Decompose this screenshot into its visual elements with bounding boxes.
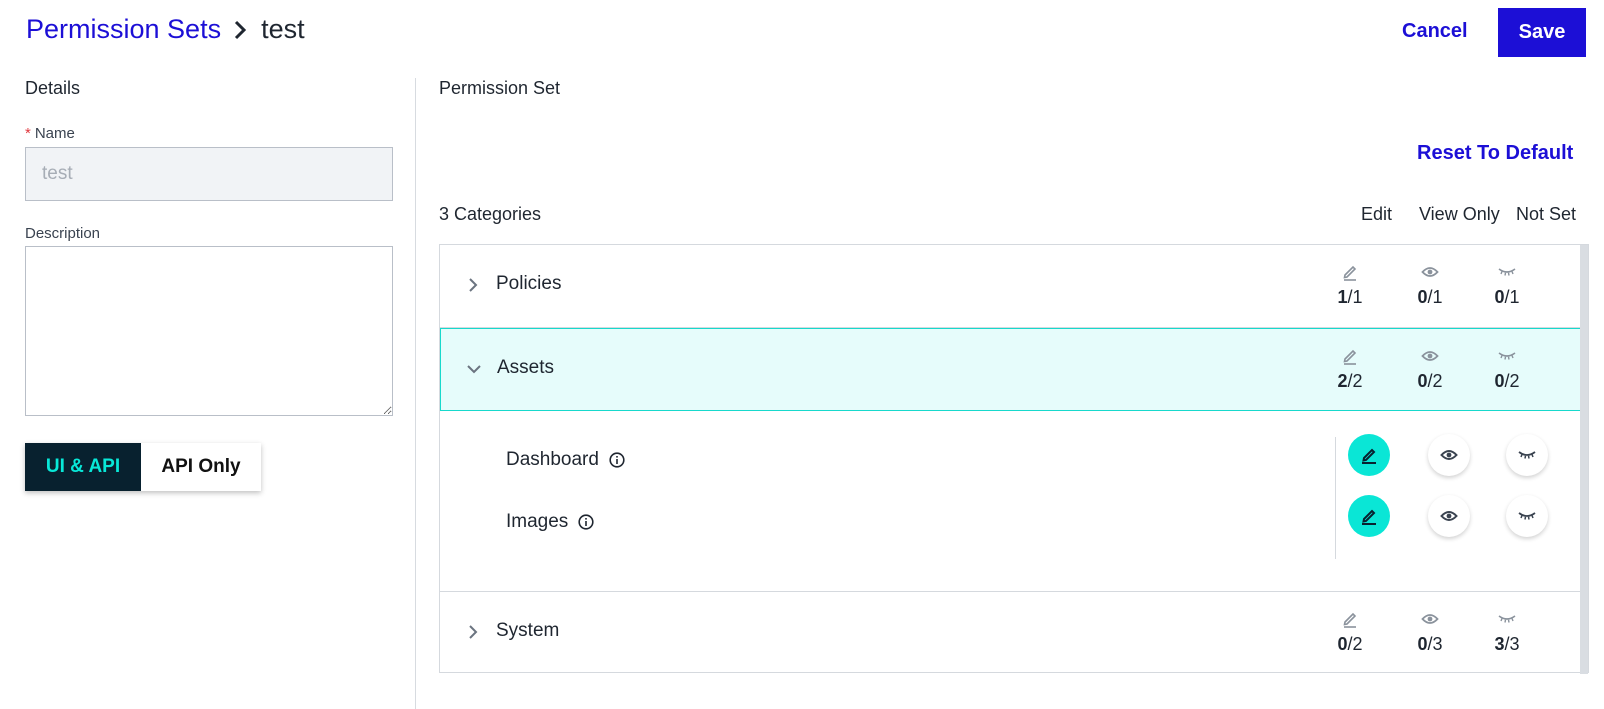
eye-closed-icon [1518, 512, 1536, 520]
pencil-icon [1322, 608, 1378, 630]
categories-count: 3 Categories [439, 204, 542, 224]
info-icon[interactable] [578, 514, 594, 530]
permission-set-title: Permission Set [439, 78, 561, 98]
stat-total: /2 [1504, 371, 1520, 391]
stat-not-set: 0/1 [1479, 245, 1535, 308]
stat-count: 0 [1494, 371, 1505, 391]
cancel-button[interactable]: Cancel [1402, 20, 1468, 43]
edit-permission-button[interactable] [1348, 495, 1390, 537]
pencil-icon [1362, 448, 1376, 464]
save-button[interactable]: Save [1498, 8, 1586, 57]
stat-view: 0/2 [1402, 329, 1458, 392]
chevron-right-icon[interactable] [463, 275, 483, 295]
category-label: Policies [496, 273, 562, 294]
subitem-label-text: Images [506, 511, 569, 532]
stat-not-set: 0/2 [1479, 329, 1535, 392]
breadcrumb-current: test [261, 14, 305, 44]
chevron-right-icon[interactable] [463, 622, 483, 642]
category-label: System [496, 620, 560, 641]
pencil-icon [1362, 509, 1376, 525]
assets-subitems: Dashboard Images [440, 411, 1581, 591]
pencil-icon [1322, 261, 1378, 283]
stat-view: 0/1 [1402, 245, 1458, 308]
stat-total: /2 [1347, 371, 1363, 391]
info-icon[interactable] [609, 452, 625, 468]
stat-edit: 1/1 [1322, 245, 1378, 308]
reset-to-default-link[interactable]: Reset To Default [1417, 142, 1573, 165]
eye-icon [1440, 450, 1458, 460]
required-asterisk: * [25, 125, 31, 142]
subitem-label-text: Dashboard [506, 449, 599, 470]
breadcrumb-permission-sets-link[interactable]: Permission Sets [26, 14, 221, 45]
stat-total: /3 [1504, 634, 1520, 654]
stat-count: 3 [1494, 634, 1505, 654]
subitem-label: Images [506, 511, 594, 533]
stat-view: 0/3 [1402, 592, 1458, 655]
category-label: Assets [497, 357, 555, 378]
details-panel: Details *Name Description UI & API API O… [25, 78, 393, 491]
scrollbar[interactable] [1580, 245, 1588, 674]
chevron-right-icon [233, 20, 247, 40]
name-field[interactable] [25, 147, 393, 201]
subitem-label: Dashboard [506, 449, 625, 471]
category-row-assets[interactable]: Assets 2/2 0/2 0/2 [440, 328, 1581, 411]
not-set-permission-button[interactable] [1506, 434, 1548, 476]
stat-total: /1 [1427, 287, 1443, 307]
breadcrumb: Permission Sets test [26, 14, 305, 45]
stat-total: /2 [1427, 371, 1443, 391]
stat-count: 0 [1337, 634, 1348, 654]
permission-table: Policies 1/1 0/1 0/1 Assets 2/2 0/2 0/2 … [439, 244, 1589, 674]
not-set-permission-button[interactable] [1506, 495, 1548, 537]
panel-divider [415, 78, 416, 709]
permission-set-panel: Permission Set Reset To Default 3 Catego… [439, 78, 1589, 224]
stat-total: /1 [1504, 287, 1520, 307]
eye-icon [1402, 345, 1458, 367]
view-only-permission-button[interactable] [1428, 495, 1470, 537]
stat-count: 2 [1337, 371, 1348, 391]
stat-count: 0 [1417, 371, 1428, 391]
stat-count: 0 [1417, 287, 1428, 307]
name-label: * Name [25, 125, 393, 142]
toggle-api-only[interactable]: API Only [141, 443, 261, 491]
eye-closed-icon [1518, 451, 1536, 459]
category-row-system[interactable]: System 0/2 0/3 3/3 [440, 591, 1581, 674]
stat-total: /1 [1347, 287, 1363, 307]
description-field[interactable] [25, 246, 393, 416]
stat-total: /3 [1427, 634, 1443, 654]
stat-count: 0 [1494, 287, 1505, 307]
subitem-row-dashboard: Dashboard [440, 431, 1581, 491]
stat-count: 1 [1337, 287, 1348, 307]
stat-count: 0 [1417, 634, 1428, 654]
edit-permission-button[interactable] [1348, 434, 1390, 476]
pencil-icon [1322, 345, 1378, 367]
category-row-policies[interactable]: Policies 1/1 0/1 0/1 [440, 245, 1581, 328]
details-title: Details [25, 78, 81, 98]
view-only-permission-button[interactable] [1428, 434, 1470, 476]
toggle-ui-api[interactable]: UI & API [25, 443, 141, 491]
chevron-down-icon[interactable] [464, 359, 484, 379]
eye-closed-icon [1479, 345, 1535, 367]
description-label: Description [25, 225, 101, 242]
subitem-row-images: Images [440, 493, 1581, 553]
stat-edit: 0/2 [1322, 592, 1378, 655]
column-header-view-only: View Only [1419, 204, 1500, 224]
eye-icon [1440, 511, 1458, 521]
access-mode-toggle: UI & API API Only [25, 443, 261, 491]
stat-edit: 2/2 [1322, 329, 1378, 392]
stat-not-set: 3/3 [1479, 592, 1535, 655]
stat-total: /2 [1347, 634, 1363, 654]
eye-icon [1402, 608, 1458, 630]
column-header-edit: Edit [1361, 204, 1393, 224]
eye-closed-icon [1479, 608, 1535, 630]
column-header-not-set: Not Set [1516, 204, 1577, 224]
name-label-text: Name [34, 125, 75, 142]
eye-closed-icon [1479, 261, 1535, 283]
eye-icon [1402, 261, 1458, 283]
